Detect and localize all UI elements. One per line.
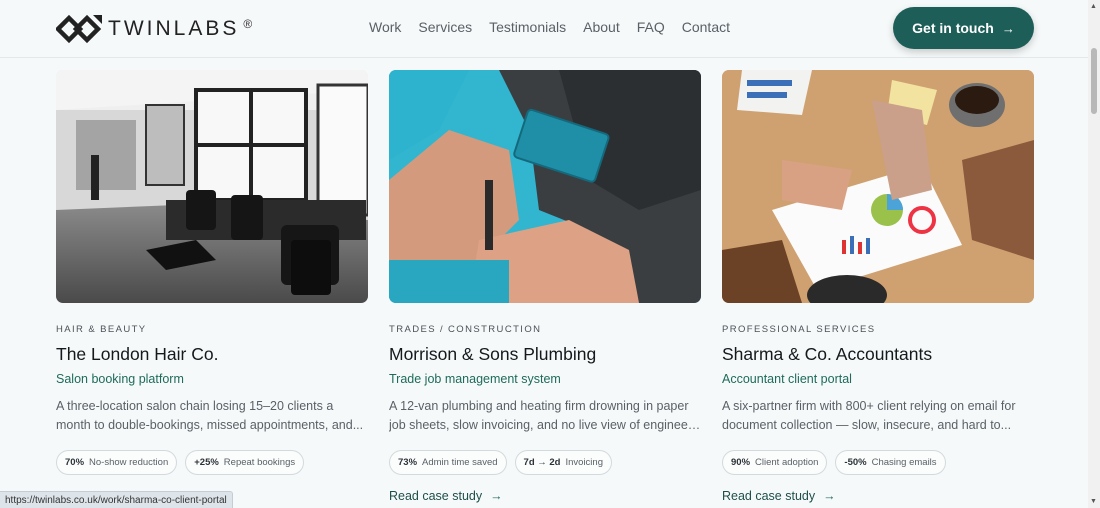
- twinlabs-logo-icon: [56, 14, 102, 44]
- metric-label: Invoicing: [565, 457, 603, 468]
- scroll-down-icon[interactable]: ▼: [1090, 498, 1097, 505]
- read-case-study-link[interactable]: Read case study →: [722, 489, 1034, 503]
- site-header: TWINLABS ® Work Services Testimonials Ab…: [0, 0, 1088, 58]
- card-metrics: 90% Client adoption -50% Chasing emails: [722, 450, 1034, 475]
- metric-badge: 90% Client adoption: [722, 450, 828, 475]
- read-case-study-label: Read case study: [722, 489, 816, 503]
- card-description: A 12-van plumbing and heating firm drown…: [389, 397, 701, 435]
- metric-label: Client adoption: [755, 457, 819, 468]
- case-study-card-sharma-accountants[interactable]: PROFESSIONAL SERVICES Sharma & Co. Accou…: [722, 70, 1034, 503]
- metric-label: Admin time saved: [422, 457, 498, 468]
- read-case-study-link[interactable]: Read case study →: [389, 489, 701, 503]
- scrollbar-thumb[interactable]: [1091, 48, 1097, 114]
- metric-value: 7d → 2d: [523, 457, 561, 468]
- nav-faq[interactable]: FAQ: [637, 19, 665, 35]
- metric-value: +25%: [194, 457, 219, 468]
- accountants-desk-image: [722, 70, 1034, 303]
- salon-interior-image: [56, 70, 368, 303]
- scroll-up-icon[interactable]: ▲: [1090, 3, 1097, 10]
- get-in-touch-label: Get in touch: [912, 20, 994, 36]
- card-description-line: A six-partner firm with 800+ client rely…: [722, 399, 1016, 413]
- metric-value: -50%: [844, 457, 867, 468]
- card-description: A three-location salon chain losing 15–2…: [56, 397, 368, 435]
- card-subtitle: Salon booking platform: [56, 372, 184, 386]
- card-category: HAIR & BEAUTY: [56, 324, 147, 335]
- arrow-right-icon: →: [490, 489, 503, 503]
- nav-about[interactable]: About: [583, 19, 620, 35]
- main-nav: Work Services Testimonials About FAQ Con…: [369, 19, 747, 35]
- metric-value: 90%: [731, 457, 751, 468]
- case-study-card-london-hair[interactable]: HAIR & BEAUTY The London Hair Co. Salon …: [56, 70, 368, 475]
- metric-label: No-show reduction: [89, 457, 169, 468]
- metric-label: Repeat bookings: [223, 457, 296, 468]
- metric-badge: +25% Repeat bookings: [185, 450, 305, 475]
- metric-badge: 7d → 2d Invoicing: [514, 450, 612, 475]
- browser-status-url: https://twinlabs.co.uk/work/sharma-co-cl…: [0, 491, 233, 508]
- card-title: The London Hair Co.: [56, 344, 219, 364]
- registered-mark: ®: [243, 17, 253, 31]
- card-description-line: month to double-bookings, missed appoint…: [56, 418, 364, 432]
- nav-testimonials[interactable]: Testimonials: [489, 19, 566, 35]
- card-metrics: 70% No-show reduction +25% Repeat bookings: [56, 450, 368, 475]
- metric-badge: 70% No-show reduction: [56, 450, 178, 475]
- nav-work[interactable]: Work: [369, 19, 401, 35]
- plumber-tools-image: [389, 70, 701, 303]
- card-category: PROFESSIONAL SERVICES: [722, 324, 876, 335]
- card-title: Sharma & Co. Accountants: [722, 344, 933, 364]
- read-case-study-label: Read case study: [389, 489, 483, 503]
- card-description-line: document collection — slow, insecure, an…: [722, 418, 1012, 432]
- page-scrollbar[interactable]: ▲ ▼: [1088, 0, 1100, 508]
- card-description: A six-partner firm with 800+ client rely…: [722, 397, 1034, 435]
- card-subtitle: Trade job management system: [389, 372, 561, 386]
- card-subtitle: Accountant client portal: [722, 372, 852, 386]
- case-study-card-morrison-plumbing[interactable]: TRADES / CONSTRUCTION Morrison & Sons Pl…: [389, 70, 701, 503]
- metric-label: Chasing emails: [871, 457, 937, 468]
- nav-contact[interactable]: Contact: [682, 19, 730, 35]
- arrow-right-icon: →: [823, 489, 836, 503]
- metric-value: 73%: [398, 457, 418, 468]
- get-in-touch-button[interactable]: Get in touch →: [893, 7, 1034, 49]
- metric-value: 70%: [65, 457, 85, 468]
- metric-badge: -50% Chasing emails: [835, 450, 946, 475]
- card-description-line: job sheets, slow invoicing, and no live …: [389, 418, 701, 432]
- card-title: Morrison & Sons Plumbing: [389, 344, 597, 364]
- card-description-line: A three-location salon chain losing 15–2…: [56, 399, 334, 413]
- card-metrics: 73% Admin time saved 7d → 2d Invoicing: [389, 450, 701, 475]
- card-category: TRADES / CONSTRUCTION: [389, 324, 542, 335]
- nav-services[interactable]: Services: [418, 19, 472, 35]
- metric-badge: 73% Admin time saved: [389, 450, 507, 475]
- brand-logo[interactable]: TWINLABS ®: [56, 13, 252, 45]
- card-description-line: A 12-van plumbing and heating firm drown…: [389, 399, 689, 413]
- brand-name: TWINLABS: [108, 17, 240, 40]
- arrow-right-icon: →: [1001, 20, 1015, 36]
